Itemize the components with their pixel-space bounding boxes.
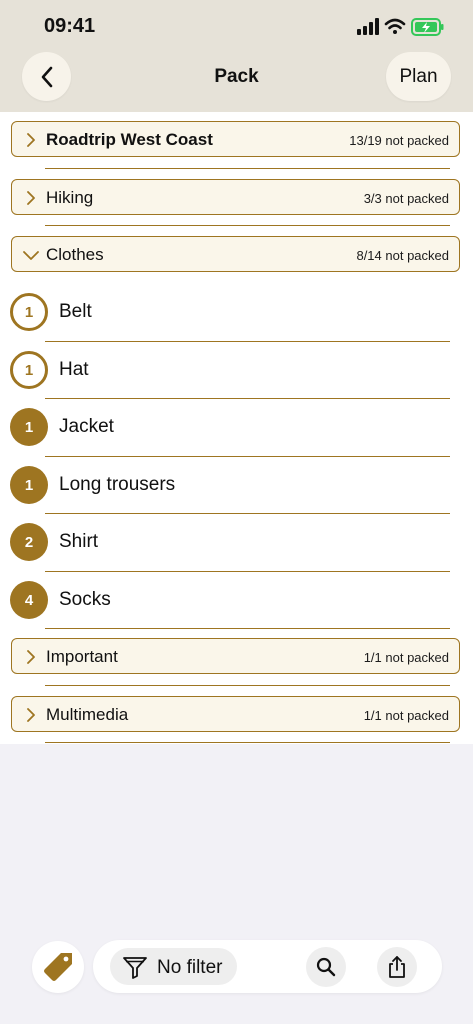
list-item[interactable]: 1 Long trousers	[0, 458, 473, 514]
chevron-down-icon	[23, 251, 39, 260]
packing-list: Roadtrip West Coast 13/19 not packed Hik…	[0, 112, 473, 744]
item-count-badge[interactable]: 1	[10, 293, 48, 331]
divider	[45, 513, 450, 514]
category-multimedia[interactable]: Multimedia 1/1 not packed	[11, 696, 460, 732]
share-icon	[389, 956, 405, 978]
plan-button[interactable]: Plan	[386, 52, 451, 101]
divider	[45, 398, 450, 399]
battery-icon	[411, 18, 444, 36]
category-name: Clothes	[46, 245, 104, 264]
filter-label: No filter	[157, 957, 223, 978]
item-count-badge[interactable]: 1	[10, 351, 48, 389]
search-button[interactable]	[306, 947, 346, 987]
divider	[45, 456, 450, 457]
item-count-badge[interactable]: 4	[10, 581, 48, 619]
divider	[45, 742, 450, 743]
item-name: Belt	[59, 301, 92, 322]
item-name: Long trousers	[59, 474, 176, 495]
chevron-right-icon	[27, 708, 35, 722]
category-name: Multimedia	[46, 705, 129, 724]
item-count-badge[interactable]: 2	[10, 523, 48, 561]
status-icons	[357, 16, 445, 38]
category-name: Roadtrip West Coast	[46, 130, 213, 149]
filter-button[interactable]: No filter	[110, 948, 237, 985]
list-item[interactable]: 1 Hat	[0, 343, 473, 399]
divider	[45, 571, 450, 572]
item-count-badge[interactable]: 1	[10, 466, 48, 504]
divider	[45, 628, 450, 629]
item-name: Hat	[59, 359, 89, 380]
search-icon	[316, 957, 336, 977]
category-status: 1/1 not packed	[363, 708, 449, 723]
divider	[45, 225, 450, 226]
tags-button[interactable]	[32, 941, 84, 993]
chevron-right-icon	[27, 650, 35, 664]
bottom-toolbar: No filter	[93, 940, 442, 993]
item-count-badge[interactable]: 1	[10, 408, 48, 446]
signal-icon	[357, 18, 379, 35]
chevron-right-icon	[27, 191, 35, 205]
category-roadtrip-west-coast[interactable]: Roadtrip West Coast 13/19 not packed	[11, 121, 460, 157]
category-important[interactable]: Important 1/1 not packed	[11, 638, 460, 674]
category-hiking[interactable]: Hiking 3/3 not packed	[11, 179, 460, 215]
category-name: Important	[46, 647, 118, 666]
share-button[interactable]	[377, 947, 417, 987]
list-item[interactable]: 1 Jacket	[0, 400, 473, 456]
divider	[45, 168, 450, 169]
category-status: 13/19 not packed	[349, 133, 449, 148]
item-name: Shirt	[59, 531, 99, 552]
divider	[45, 341, 450, 342]
chevron-right-icon	[27, 133, 35, 147]
category-status: 8/14 not packed	[356, 248, 449, 263]
category-clothes[interactable]: Clothes 8/14 not packed	[11, 236, 460, 272]
item-name: Jacket	[59, 416, 114, 437]
filter-icon	[123, 957, 147, 979]
top-bar: 09:41 Pack Plan	[0, 0, 473, 112]
divider	[45, 685, 450, 686]
list-item[interactable]: 4 Socks	[0, 573, 473, 629]
category-status: 3/3 not packed	[363, 191, 449, 206]
wifi-icon	[384, 18, 406, 34]
list-item[interactable]: 1 Belt	[0, 285, 473, 341]
list-item[interactable]: 2 Shirt	[0, 515, 473, 571]
tag-icon	[44, 953, 72, 981]
item-name: Socks	[59, 589, 111, 610]
category-status: 1/1 not packed	[363, 650, 449, 665]
status-time: 09:41	[44, 15, 96, 37]
category-name: Hiking	[46, 188, 94, 207]
